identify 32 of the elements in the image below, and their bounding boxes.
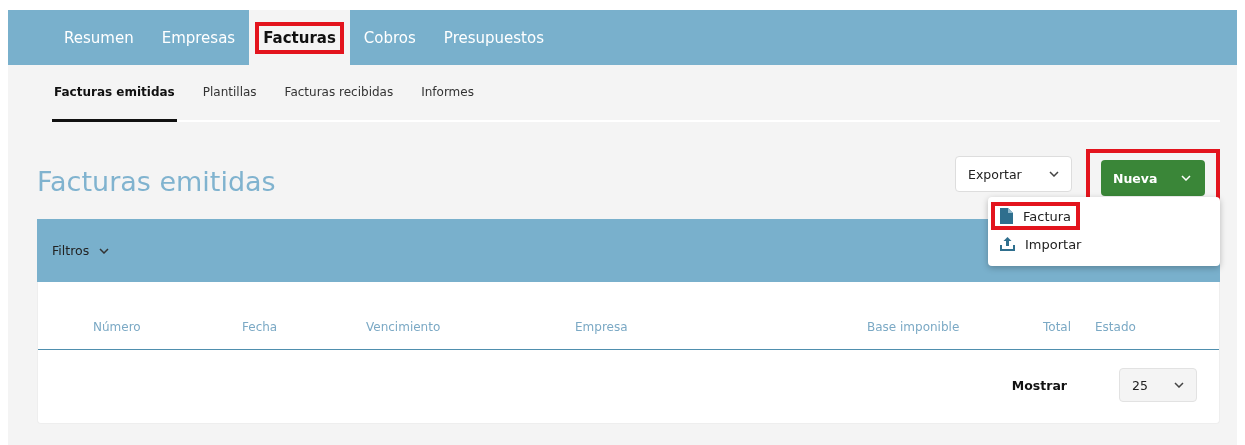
column-header: Estado: [1095, 320, 1137, 336]
tab-label: Empresas: [160, 27, 237, 49]
chevron-down-icon: [1181, 175, 1191, 181]
sub-tab[interactable]: Plantillas: [200, 65, 259, 122]
tab-label: Resumen: [63, 27, 135, 49]
chevron-down-icon: [99, 247, 110, 254]
sub-tab[interactable]: Facturas recibidas: [282, 65, 396, 122]
page-size-select[interactable]: 25: [1119, 368, 1197, 402]
menu-item-label: Factura: [1023, 208, 1072, 224]
menu-item[interactable]: Importar: [992, 231, 1090, 257]
page-title: Facturas emitidas: [37, 166, 277, 197]
chevron-down-icon: [1049, 171, 1059, 177]
column-header: Empresa: [575, 320, 629, 336]
column-header: Base imponible: [867, 320, 961, 336]
filters-toggle[interactable]: Filtros: [52, 243, 110, 258]
tab-label: Presupuestos: [442, 27, 545, 49]
chevron-down-icon: [1174, 382, 1184, 388]
document-icon: [1000, 208, 1013, 224]
menu-item-label: Importar: [1025, 236, 1082, 252]
export-button[interactable]: Exportar: [955, 156, 1072, 192]
menu-item[interactable]: Factura: [992, 203, 1080, 229]
sub-tab[interactable]: Facturas emitidas: [52, 65, 177, 122]
tab-label: Cobros: [362, 27, 417, 49]
upload-icon: [1000, 237, 1015, 251]
column-header: Vencimiento: [366, 320, 442, 336]
page-size-label: Mostrar: [1011, 377, 1067, 393]
column-header: Total: [1043, 320, 1073, 336]
column-header: Número: [93, 320, 142, 336]
nav-tab[interactable]: Facturas: [249, 10, 350, 65]
sub-tab[interactable]: Informes: [419, 65, 476, 122]
column-header: Fecha: [242, 320, 279, 336]
new-button[interactable]: Nueva: [1101, 160, 1205, 196]
